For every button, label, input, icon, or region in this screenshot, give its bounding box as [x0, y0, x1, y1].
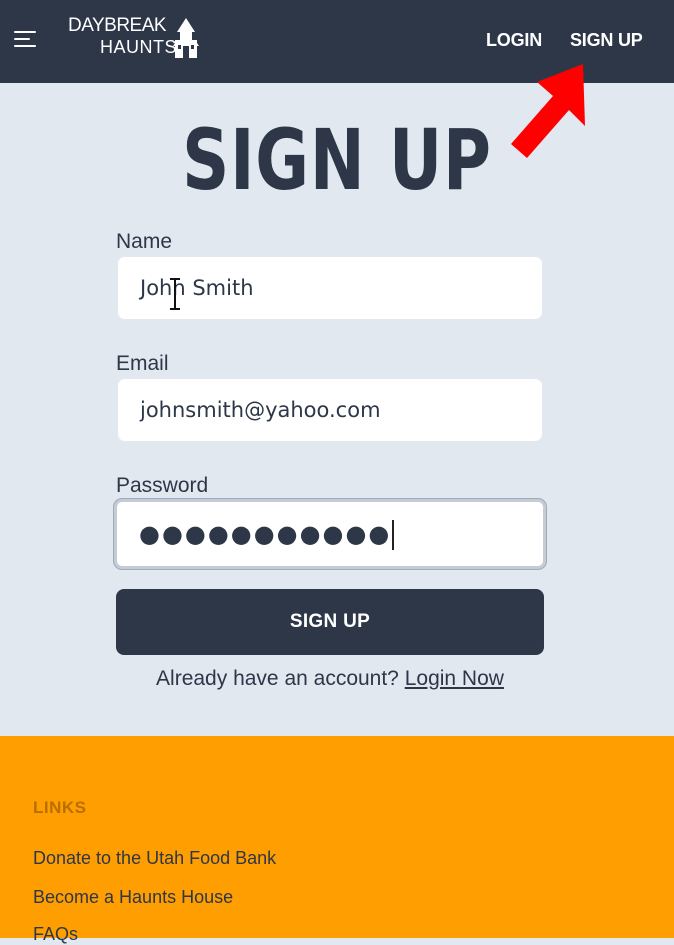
- footer-link-donate[interactable]: Donate to the Utah Food Bank: [33, 848, 276, 869]
- password-input[interactable]: ●●●●●●●●●●●: [114, 499, 546, 569]
- password-input-value: ●●●●●●●●●●●: [139, 520, 392, 548]
- email-input-value: johnsmith@yahoo.com: [140, 398, 381, 422]
- logo-line-1: DAYBREAK: [68, 15, 167, 36]
- signup-submit-button[interactable]: SIGN UP: [116, 589, 544, 655]
- castle-icon: [173, 18, 199, 58]
- menu-icon[interactable]: [14, 29, 38, 49]
- password-label: Password: [116, 474, 209, 497]
- account-prompt-text: Already have an account?: [156, 667, 399, 690]
- text-caret: [392, 520, 395, 550]
- logo[interactable]: DAYBREAK HAUNTS: [68, 16, 208, 64]
- footer-link-become-house[interactable]: Become a Haunts House: [33, 887, 233, 908]
- footer-links-heading: LINKS: [33, 798, 87, 817]
- login-now-link[interactable]: Login Now: [405, 667, 504, 690]
- text-cursor-icon: [170, 278, 180, 310]
- footer: LINKS Donate to the Utah Food Bank Becom…: [0, 736, 674, 944]
- footer-link-faqs[interactable]: FAQs: [33, 924, 78, 945]
- name-input-value: John Smith: [140, 276, 254, 300]
- email-input[interactable]: johnsmith@yahoo.com: [117, 378, 543, 442]
- account-prompt: Already have an account? Login Now: [0, 667, 660, 691]
- nav-login-link[interactable]: LOGIN: [486, 30, 542, 51]
- nav-signup-link[interactable]: SIGN UP: [570, 30, 643, 51]
- email-label: Email: [116, 352, 169, 375]
- page-title: SIGN UP: [182, 111, 492, 209]
- logo-line-2: HAUNTS: [100, 37, 178, 57]
- name-label: Name: [116, 230, 173, 253]
